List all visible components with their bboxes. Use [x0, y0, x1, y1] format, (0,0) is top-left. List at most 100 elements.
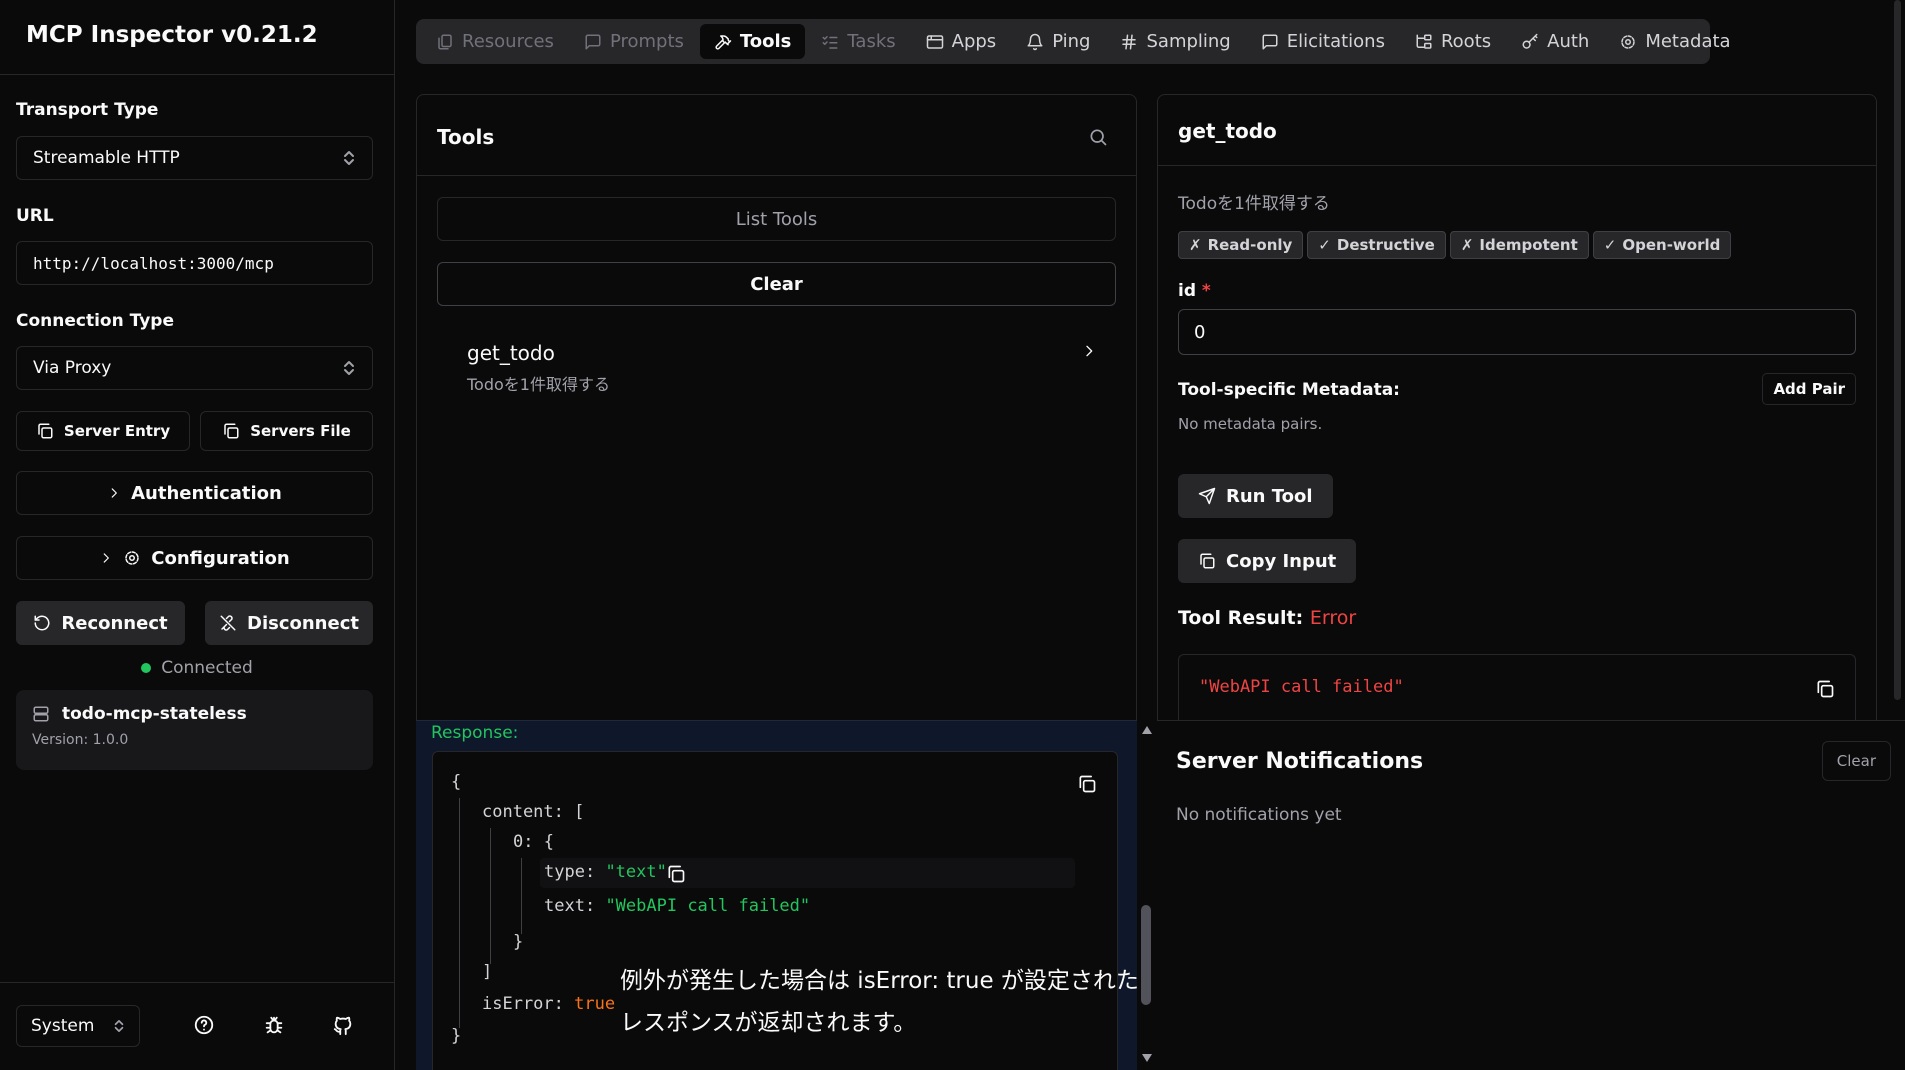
- tab-tools[interactable]: Tools: [699, 24, 806, 59]
- server-notifications-panel: Server Notifications Clear No notificati…: [1157, 720, 1905, 1070]
- json-line-index: 0: {: [513, 832, 554, 852]
- tab-apps[interactable]: Apps: [912, 24, 1011, 59]
- help-circle-icon[interactable]: [193, 1014, 215, 1036]
- scrollbar-thumb[interactable]: [1894, 0, 1901, 700]
- configuration-toggle[interactable]: Configuration: [16, 536, 373, 580]
- reconnect-button[interactable]: Reconnect: [16, 601, 185, 645]
- tab-auth[interactable]: Auth: [1507, 24, 1603, 59]
- copy-icon: [222, 422, 240, 440]
- copy-icon[interactable]: [1815, 679, 1835, 699]
- id-input-value: 0: [1194, 321, 1206, 343]
- send-icon: [1198, 487, 1216, 505]
- url-input[interactable]: http://localhost:3000/mcp: [16, 241, 373, 285]
- transport-type-select[interactable]: Streamable HTTP: [16, 136, 373, 180]
- url-value: http://localhost:3000/mcp: [33, 253, 274, 273]
- tab-bar: Resources Prompts Tools Tasks Apps Ping Sampli…: [416, 19, 1731, 64]
- detail-scrollbar[interactable]: [1890, 0, 1905, 720]
- badge-mark: ✗: [1189, 236, 1202, 254]
- search-icon[interactable]: [1088, 127, 1108, 147]
- theme-select[interactable]: System: [16, 1005, 140, 1047]
- message-icon: [1261, 33, 1279, 51]
- scrollbar-thumb[interactable]: [1141, 905, 1151, 1005]
- list-tools-button[interactable]: List Tools: [437, 197, 1116, 241]
- tab-label: Tasks: [847, 31, 896, 52]
- folder-tree-icon: [1415, 33, 1433, 51]
- tab-prompts[interactable]: Prompts: [570, 24, 698, 59]
- tab-label: Resources: [462, 31, 554, 52]
- tab-resources[interactable]: Resources: [422, 24, 568, 59]
- authentication-toggle[interactable]: Authentication: [16, 471, 373, 515]
- run-tool-button[interactable]: Run Tool: [1178, 474, 1333, 518]
- tab-elicitations[interactable]: Elicitations: [1247, 24, 1399, 59]
- copy-input-button[interactable]: Copy Input: [1178, 539, 1357, 583]
- status-text: Connected: [161, 658, 253, 678]
- indent-guide: [521, 858, 522, 934]
- json-punct: {: [543, 832, 554, 852]
- param-label: id *: [1178, 281, 1211, 301]
- key-icon: [1521, 33, 1539, 51]
- tab-label: Auth: [1547, 31, 1590, 52]
- json-close-inner: }: [513, 932, 524, 952]
- tools-panel: Tools List Tools Clear get_todo Todoを1件取…: [416, 94, 1137, 734]
- tab-label: Elicitations: [1286, 31, 1385, 52]
- github-icon[interactable]: [332, 1014, 354, 1036]
- tab-sampling[interactable]: Sampling: [1106, 24, 1244, 59]
- badge-destructive: ✓ Destructive: [1307, 231, 1446, 259]
- server-entry-button[interactable]: Server Entry: [16, 411, 190, 451]
- run-tool-label: Run Tool: [1226, 485, 1313, 507]
- chevron-right-icon: [99, 551, 113, 565]
- configuration-label: Configuration: [151, 547, 290, 569]
- sidebar: MCP Inspector v0.21.2 Transport Type Str…: [0, 0, 395, 1070]
- annotation-badges: ✗ Read-only ✓ Destructive ✗ Idempotent ✓ Open-w…: [1178, 231, 1732, 259]
- clear-notifications-button[interactable]: Clear: [1821, 741, 1891, 781]
- badge-mark: ✗: [1460, 236, 1474, 254]
- status-dot: [141, 663, 152, 673]
- scroll-down-arrow[interactable]: [1142, 1054, 1152, 1062]
- copy-icon[interactable]: [1077, 774, 1097, 794]
- tool-detail-title: get_todo: [1178, 119, 1277, 143]
- scroll-up-arrow[interactable]: [1142, 726, 1152, 734]
- bug-icon[interactable]: [263, 1014, 285, 1036]
- server-version: Version: 1.0.0: [32, 732, 129, 748]
- connection-type-label: Connection Type: [16, 311, 174, 331]
- json-close-brace: }: [451, 1026, 462, 1046]
- add-pair-button[interactable]: Add Pair: [1762, 373, 1856, 405]
- copy-icon[interactable]: [666, 864, 686, 884]
- disconnect-button[interactable]: Disconnect: [205, 601, 373, 645]
- theme-value: System: [31, 1016, 95, 1036]
- indent-guide: [459, 798, 460, 1028]
- chevrons-up-down-icon: [342, 359, 356, 377]
- tool-result-label: Tool Result:: [1178, 607, 1304, 629]
- response-scrollbar[interactable]: [1137, 720, 1157, 1070]
- json-open-brace: {: [451, 772, 462, 792]
- app-title: MCP Inspector v0.21.2: [26, 22, 318, 48]
- app-window-icon: [926, 33, 944, 51]
- json-line-content: content: [: [482, 802, 584, 822]
- tab-label: Prompts: [609, 31, 684, 52]
- gear-icon: [123, 549, 141, 567]
- clear-tools-button[interactable]: Clear: [437, 262, 1116, 306]
- id-input[interactable]: 0: [1178, 309, 1856, 355]
- tab-ping[interactable]: Ping: [1012, 24, 1104, 59]
- tab-label: Tools: [739, 31, 792, 52]
- tool-detail-description: Todoを1件取得する: [1178, 194, 1330, 214]
- tool-result-status: Error: [1309, 607, 1357, 629]
- connection-type-select[interactable]: Via Proxy: [16, 346, 373, 390]
- servers-file-button[interactable]: Servers File: [200, 411, 373, 451]
- notifications-title: Server Notifications: [1176, 749, 1424, 774]
- divider: [0, 74, 394, 75]
- tab-roots[interactable]: Roots: [1401, 24, 1505, 59]
- param-name: id: [1178, 281, 1196, 301]
- url-label: URL: [16, 206, 54, 226]
- divider: [0, 982, 394, 983]
- tool-list-item[interactable]: get_todo Todoを1件取得する: [467, 341, 1097, 395]
- chevron-right-icon: [107, 486, 121, 500]
- tools-panel-title: Tools: [437, 125, 495, 149]
- tool-name: get_todo: [467, 341, 555, 365]
- tab-metadata[interactable]: Metadata: [1605, 24, 1744, 59]
- tab-tasks[interactable]: Tasks: [807, 24, 909, 59]
- servers-file-label: Servers File: [250, 422, 351, 440]
- tab-label: Metadata: [1645, 31, 1731, 52]
- divider: [1158, 165, 1876, 166]
- badge-read-only: ✗ Read-only: [1178, 231, 1304, 259]
